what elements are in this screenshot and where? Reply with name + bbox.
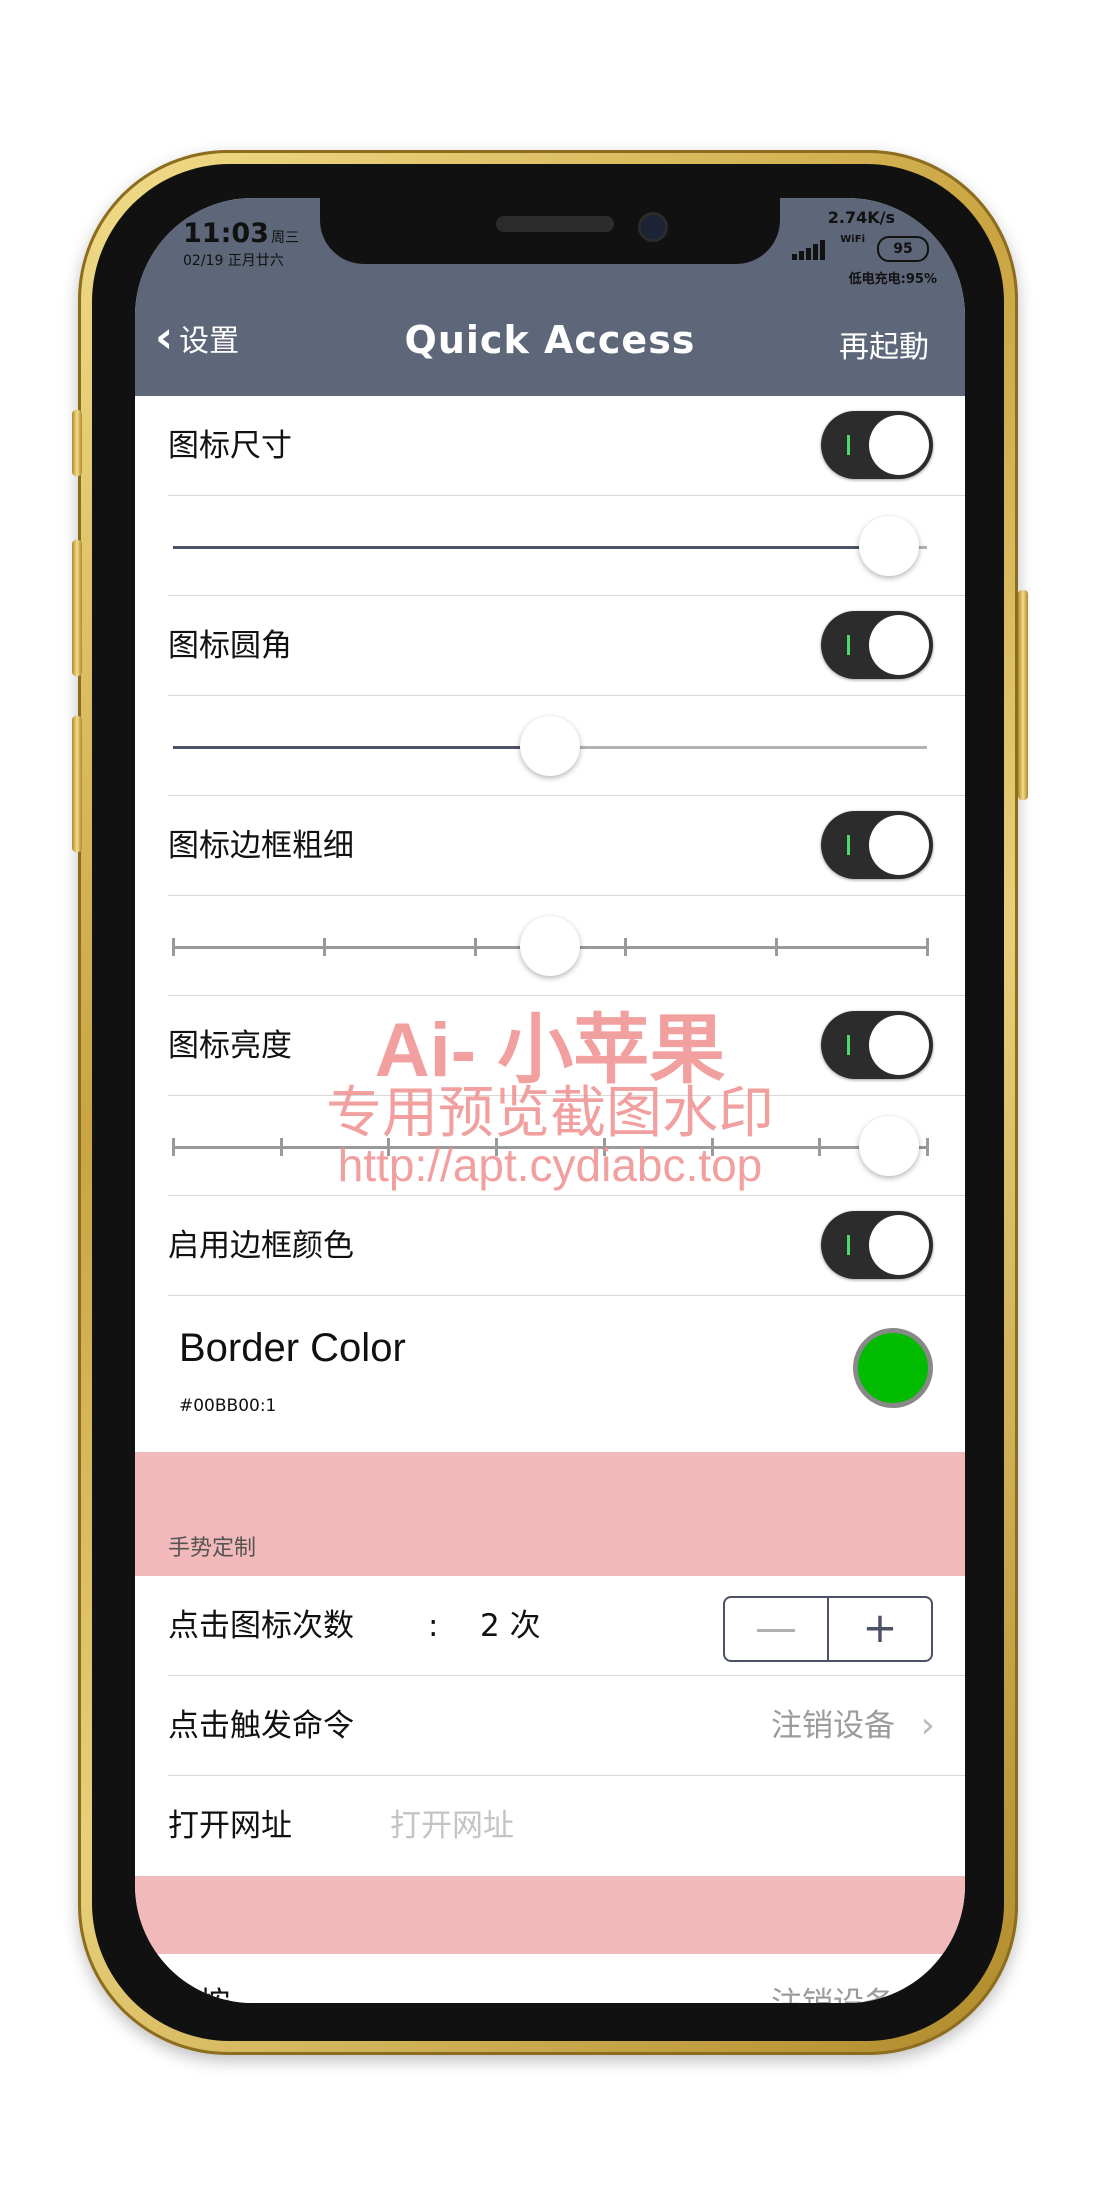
status-weekday: 周三: [270, 230, 299, 246]
navigation-bar: 11:03 周三 02/19 正月廿六 2.74K/s WiFi 95 低电充电:…: [135, 198, 965, 396]
tap-count-label: 点击图标次数: [168, 1608, 354, 1644]
watermark-line-3: http://apt.cydiabc.top: [337, 1139, 763, 1191]
tap-command-value: 注销设备: [771, 1708, 895, 1744]
volume-up-button: [72, 540, 82, 676]
respring-button[interactable]: 再起動: [839, 322, 929, 366]
border-color-enable-label: 启用边框颜色: [168, 1228, 354, 1264]
section-header: 手势定制: [135, 1452, 965, 1576]
icon-radius-label: 图标圆角: [168, 628, 292, 664]
tap-command-row[interactable]: 点击触发命令 注销设备 ›: [135, 1676, 965, 1776]
long-press-label: 长按: [168, 1954, 230, 2003]
notch: [320, 198, 780, 264]
border-color-enable-toggle[interactable]: [821, 1211, 933, 1279]
gesture-section-title: 手势定制: [168, 1536, 257, 1561]
icon-size-slider-row: [135, 496, 965, 596]
slider-tick: [322, 938, 326, 956]
tap-command-label: 点击触发命令: [168, 1708, 354, 1744]
border-color-swatch[interactable]: [853, 1328, 933, 1408]
slider-tick: [473, 938, 477, 956]
speaker-grill: [496, 216, 614, 232]
signal-icon: [792, 240, 825, 260]
decrement-button[interactable]: —: [725, 1598, 829, 1660]
border-color-row[interactable]: Border Color #00BB00:1: [135, 1296, 965, 1452]
slider-tick: [624, 938, 628, 956]
icon-size-slider[interactable]: [173, 516, 927, 576]
border-width-row: 图标边框粗细: [135, 796, 965, 896]
tap-count-stepper: — +: [723, 1596, 933, 1662]
long-press-value: 注销设备: [771, 1954, 895, 2003]
watermark-line-2: 专用预览截图水印: [326, 1081, 774, 1146]
battery-note: 低电充电:95%: [848, 272, 937, 287]
slider-tick: [172, 938, 175, 956]
slider-thumb[interactable]: [520, 916, 580, 976]
chevron-right-icon: ›: [920, 1705, 935, 1746]
slider-tick: [775, 938, 779, 956]
settings-list: 图标尺寸 图标圆角 图标边框粗细 图标亮度 启用边框颜色 Border Colo…: [135, 396, 965, 2003]
slider-thumb[interactable]: [859, 516, 920, 576]
tap-count-row: 点击图标次数 : 2 次 — +: [135, 1576, 965, 1676]
border-color-enable-row: 启用边框颜色: [135, 1196, 965, 1296]
long-press-row[interactable]: 长按 注销设备 ›: [135, 1954, 965, 2003]
status-date: 02/19 正月廿六: [183, 253, 284, 269]
chevron-right-icon: ›: [921, 1954, 935, 2003]
border-color-title: Border Color: [179, 1326, 406, 1370]
border-width-toggle[interactable]: [821, 811, 933, 879]
icon-radius-slider[interactable]: [173, 716, 927, 776]
border-width-slider-row: [135, 896, 965, 996]
slider-tick: [926, 938, 929, 956]
border-width-label: 图标边框粗细: [168, 828, 354, 864]
slider-thumb[interactable]: [520, 716, 580, 776]
border-width-slider[interactable]: [172, 916, 929, 976]
icon-radius-row: 图标圆角: [135, 596, 965, 696]
increment-button[interactable]: +: [829, 1598, 931, 1660]
open-url-row: 打开网址 打开网址: [135, 1776, 965, 1876]
icon-size-label: 图标尺寸: [168, 428, 292, 464]
volume-down-button: [72, 716, 82, 852]
icon-radius-toggle[interactable]: [821, 611, 933, 679]
icon-size-row: 图标尺寸: [135, 396, 965, 496]
wifi-icon: WiFi: [840, 234, 865, 245]
open-url-label: 打开网址: [168, 1808, 292, 1844]
front-camera: [638, 212, 668, 242]
mute-switch: [72, 410, 82, 476]
icon-size-toggle[interactable]: [821, 411, 933, 479]
tap-count-separator: :: [428, 1608, 439, 1644]
tap-count-value: 2 次: [480, 1608, 541, 1644]
icon-radius-slider-row: [135, 696, 965, 796]
status-time: 11:03 周三: [183, 218, 299, 249]
power-button: [1018, 590, 1028, 800]
status-network-speed: 2.74K/s: [827, 208, 895, 227]
section-spacer: [135, 1876, 965, 1954]
border-color-value: #00BB00:1: [179, 1396, 277, 1416]
battery-icon: 95: [877, 236, 929, 262]
open-url-input[interactable]: 打开网址: [390, 1776, 514, 1876]
